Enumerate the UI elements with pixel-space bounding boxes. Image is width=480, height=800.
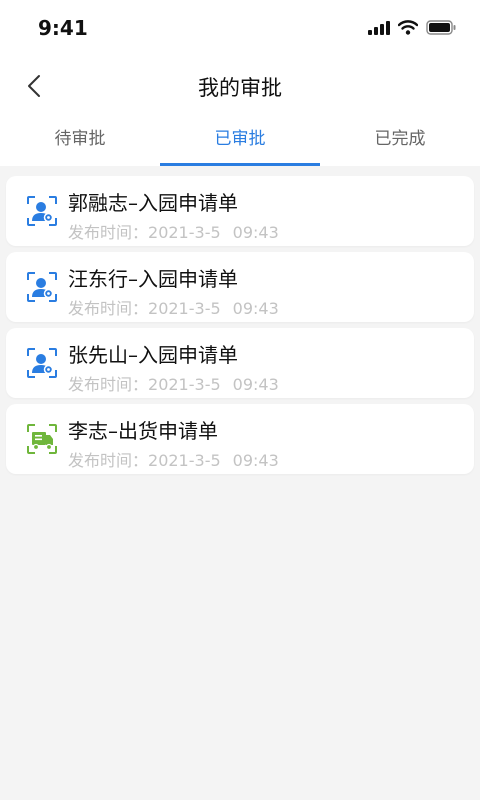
publish-date: 2021-3-5 bbox=[148, 299, 221, 318]
wifi-icon bbox=[398, 20, 418, 35]
tab-bar: 待审批 已审批 已完成 bbox=[0, 114, 480, 166]
header-area: 9:41 我的审批 待审批 已审批 已完成 bbox=[0, 0, 480, 166]
list-item[interactable]: 郭融志–入园申请单 发布时间：2021-3-5 09:43 bbox=[6, 176, 474, 246]
truck-scan-icon bbox=[27, 424, 57, 454]
battery-icon bbox=[426, 20, 456, 35]
publish-time: 09:43 bbox=[232, 299, 279, 318]
page-title: 我的审批 bbox=[198, 76, 282, 100]
item-meta: 发布时间：2021-3-5 09:43 bbox=[68, 219, 279, 243]
tab-approved[interactable]: 已审批 bbox=[160, 114, 320, 166]
publish-label: 发布时间： bbox=[68, 223, 149, 242]
status-time: 9:41 bbox=[38, 16, 88, 40]
person-scan-icon bbox=[27, 348, 57, 378]
approval-list: 郭融志–入园申请单 发布时间：2021-3-5 09:43 汪东行–入园申请单 发… bbox=[0, 166, 480, 474]
list-item[interactable]: 张先山–入园申请单 发布时间：2021-3-5 09:43 bbox=[6, 328, 474, 398]
status-icons bbox=[368, 20, 456, 35]
publish-date: 2021-3-5 bbox=[148, 223, 221, 242]
publish-date: 2021-3-5 bbox=[148, 375, 221, 394]
tab-label: 待审批 bbox=[54, 129, 106, 149]
publish-time: 09:43 bbox=[232, 451, 279, 470]
publish-label: 发布时间： bbox=[68, 375, 149, 394]
cellular-signal-icon bbox=[368, 20, 390, 35]
tab-label: 已审批 bbox=[214, 129, 266, 149]
active-tab-indicator bbox=[160, 163, 320, 166]
publish-time: 09:43 bbox=[232, 375, 279, 394]
tab-completed[interactable]: 已完成 bbox=[320, 114, 480, 166]
list-item[interactable]: 李志–出货申请单 发布时间：2021-3-5 09:43 bbox=[6, 404, 474, 474]
tab-label: 已完成 bbox=[374, 129, 426, 149]
publish-label: 发布时间： bbox=[68, 451, 149, 470]
item-title: 郭融志–入园申请单 bbox=[68, 191, 238, 215]
publish-time: 09:43 bbox=[232, 223, 279, 242]
item-title: 张先山–入园申请单 bbox=[68, 343, 238, 367]
list-item[interactable]: 汪东行–入园申请单 发布时间：2021-3-5 09:43 bbox=[6, 252, 474, 322]
item-meta: 发布时间：2021-3-5 09:43 bbox=[68, 371, 279, 395]
person-scan-icon bbox=[27, 272, 57, 302]
navigation-bar: 我的审批 bbox=[0, 58, 480, 114]
publish-date: 2021-3-5 bbox=[148, 451, 221, 470]
publish-label: 发布时间： bbox=[68, 299, 149, 318]
status-bar: 9:41 bbox=[0, 0, 480, 58]
item-meta: 发布时间：2021-3-5 09:43 bbox=[68, 447, 279, 471]
item-title: 李志–出货申请单 bbox=[68, 419, 218, 443]
person-scan-icon bbox=[27, 196, 57, 226]
item-meta: 发布时间：2021-3-5 09:43 bbox=[68, 295, 279, 319]
item-title: 汪东行–入园申请单 bbox=[68, 267, 238, 291]
tab-pending[interactable]: 待审批 bbox=[0, 114, 160, 166]
